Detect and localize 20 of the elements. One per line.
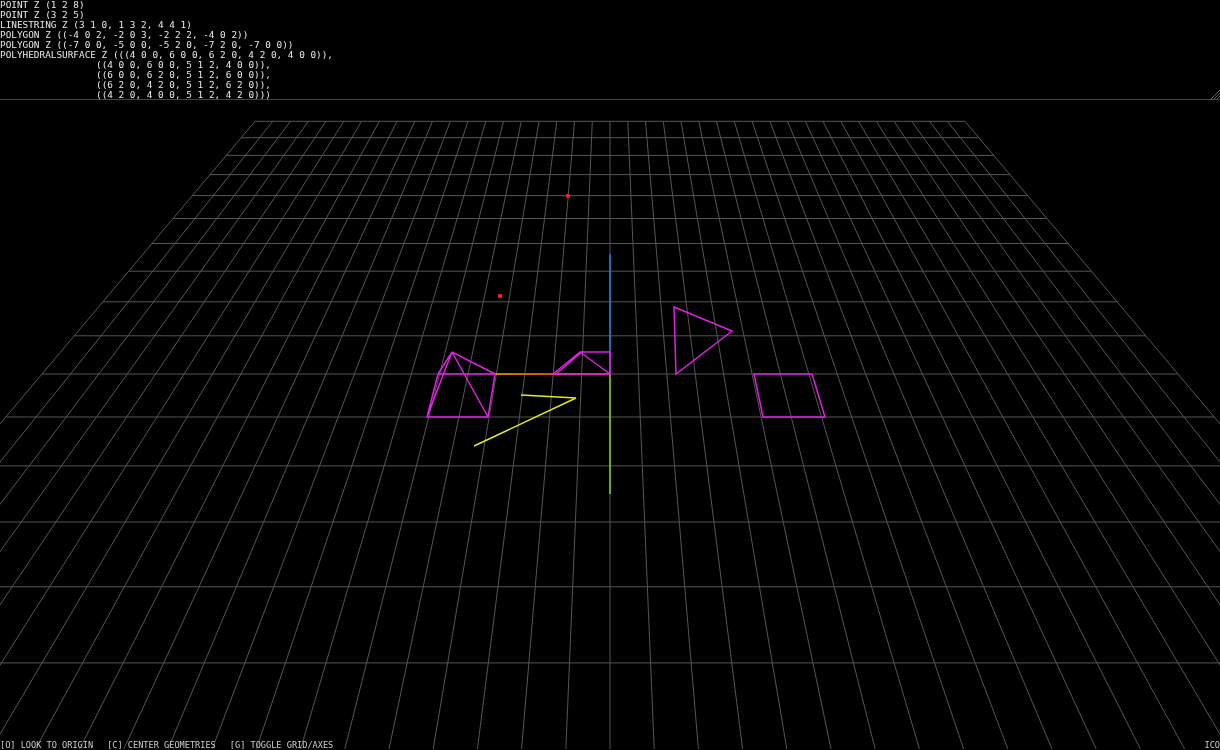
status-text: ICO (1204, 740, 1220, 750)
triangle-polygon-drawing (673, 305, 734, 376)
wkt-line: POLYGON Z ((-4 0 2, -2 0 3, -2 2 2, -4 0 2)) (0, 30, 249, 40)
shortcut-hint: [G] TOGGLE GRID/AXES (229, 740, 334, 750)
pyramid-drawing (426, 351, 496, 418)
wkt-line: POINT Z (1 2 8) (0, 0, 85, 10)
wkt-line: ((4 0 0, 6 0 0, 5 1 2, 4 0 0)), (96, 60, 271, 70)
point-marker (497, 293, 503, 299)
wkt-line: ((6 2 0, 4 2 0, 5 1 2, 6 2 0)), (96, 80, 271, 90)
point-marker (565, 193, 571, 199)
resize-grip-icon[interactable] (1210, 89, 1220, 99)
pyramid-drawing (552, 350, 611, 375)
shortcut-hint: [C] CENTER GEOMETRIES (107, 740, 216, 750)
wkt-line: ((6 0 0, 6 2 0, 5 1 2, 6 0 0)), (96, 70, 271, 80)
wkt-line: ((4 2 0, 4 0 0, 5 1 2, 4 2 0))) (96, 90, 271, 100)
wkt-line: LINESTRING Z (3 1 0, 1 3 2, 4 4 1) (0, 20, 192, 30)
wkt-line: POINT Z (3 2 5) (0, 10, 85, 20)
wkt-line: POLYGON Z ((-7 0 0, -5 0 0, -5 2 0, -7 2 0, -7 0 0)) (0, 40, 294, 50)
wkt-line: POLYHEDRALSURFACE Z (((4 0 0, 6 0 0, 6 2 0, 4 2 0, 4 0 0)), (0, 50, 333, 60)
shortcut-hint: [O] LOOK TO ORIGIN (0, 740, 94, 750)
